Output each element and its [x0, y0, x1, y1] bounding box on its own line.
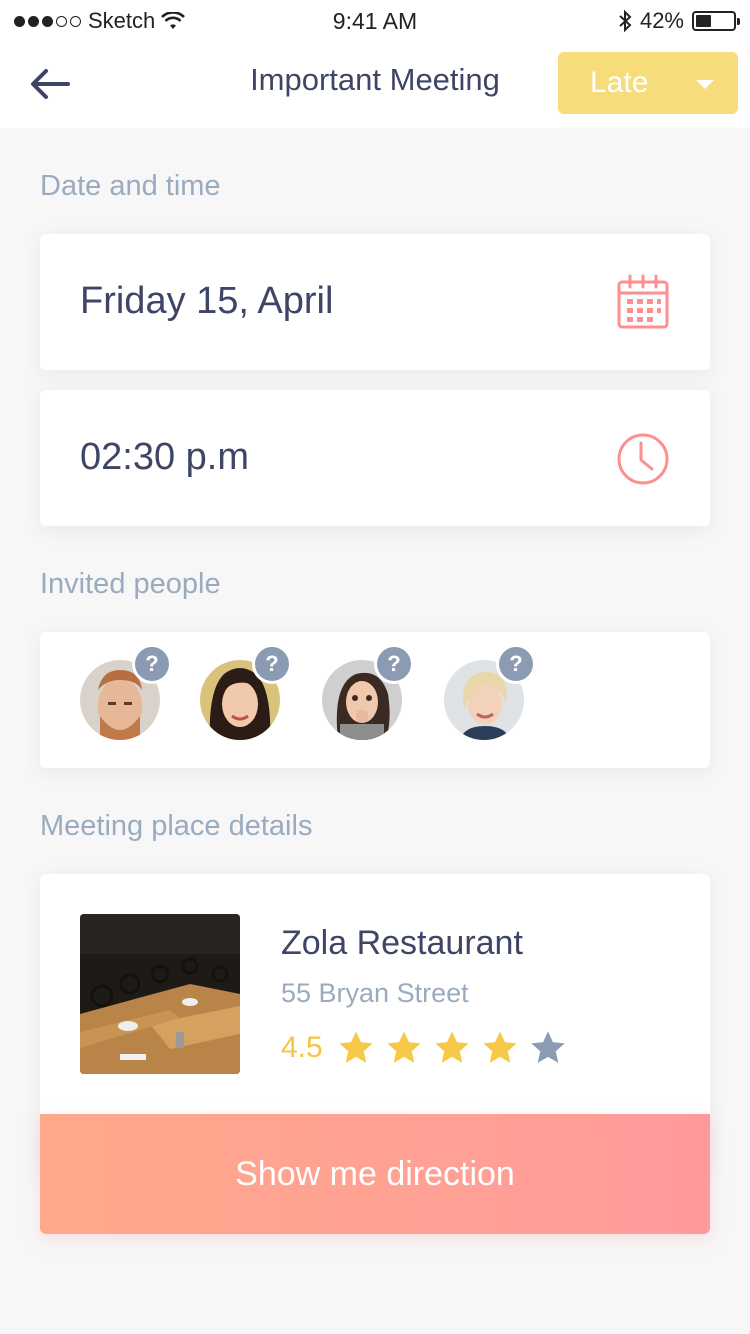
time-field[interactable]: 02:30 p.m	[40, 390, 710, 526]
invited-section-label: Invited people	[40, 568, 221, 600]
star-icon	[531, 1031, 565, 1063]
status-dropdown[interactable]: Late	[558, 52, 738, 114]
invitee-avatar[interactable]: ?	[322, 644, 414, 740]
show-direction-button[interactable]: Show me direction	[40, 1114, 710, 1234]
invitee-avatar[interactable]: ?	[80, 644, 172, 740]
star-icon	[483, 1031, 517, 1063]
invitee-avatar[interactable]: ?	[200, 644, 292, 740]
star-icon	[435, 1031, 469, 1063]
place-section-label: Meeting place details	[40, 810, 313, 842]
status-bar: Sketch 9:41 AM 42%	[0, 0, 750, 40]
invited-people-card: ? ? ? ?	[40, 632, 710, 768]
restaurant-photo	[80, 914, 240, 1074]
place-address: 55 Bryan Street	[281, 978, 469, 1008]
date-time-section-label: Date and time	[40, 170, 221, 202]
place-rating: 4.5	[281, 1029, 567, 1067]
unknown-status-badge: ?	[374, 644, 414, 684]
date-field[interactable]: Friday 15, April	[40, 234, 710, 370]
rating-value: 4.5	[281, 1031, 323, 1064]
calendar-icon[interactable]	[616, 274, 670, 330]
bluetooth-icon	[619, 10, 632, 32]
time-value: 02:30 p.m	[80, 436, 249, 478]
clock-icon[interactable]	[616, 432, 670, 486]
nav-bar: Important Meeting Late	[0, 40, 750, 128]
battery-icon	[692, 11, 740, 31]
unknown-status-badge: ?	[252, 644, 292, 684]
chevron-down-icon	[696, 80, 714, 89]
date-value: Friday 15, April	[80, 280, 334, 322]
unknown-status-badge: ?	[496, 644, 536, 684]
battery-percent: 42%	[639, 8, 684, 33]
status-dropdown-label: Late	[590, 66, 649, 99]
unknown-status-badge: ?	[132, 644, 172, 684]
star-icon	[387, 1031, 421, 1063]
place-name: Zola Restaurant	[281, 924, 523, 962]
status-bar-right: 42%	[618, 8, 740, 34]
invitee-avatar[interactable]: ?	[444, 644, 536, 740]
star-icon	[339, 1031, 373, 1063]
